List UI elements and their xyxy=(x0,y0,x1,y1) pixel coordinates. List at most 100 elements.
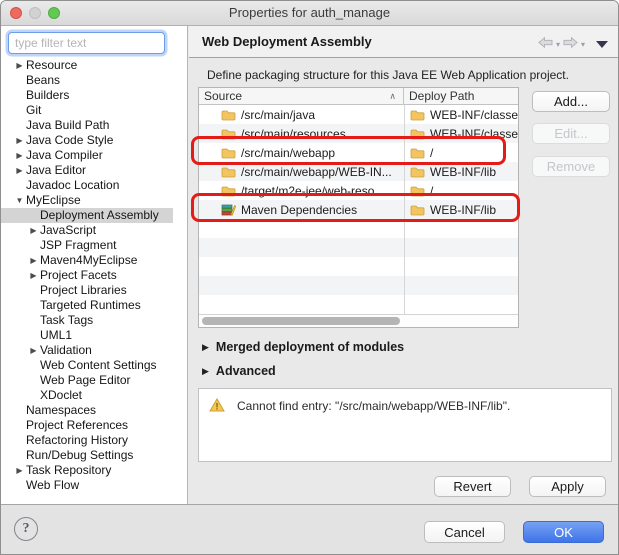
sidebar-item-project-facets[interactable]: ▶Project Facets xyxy=(1,268,187,283)
edit-button[interactable]: Edit... xyxy=(532,123,610,144)
sidebar-item-namespaces[interactable]: Namespaces xyxy=(1,403,187,418)
sidebar-item-myeclipse[interactable]: ▼MyEclipse xyxy=(1,193,187,208)
tree-collapsed-icon[interactable]: ▶ xyxy=(13,58,26,73)
source-cell[interactable]: /src/main/webapp/WEB-IN... xyxy=(199,162,404,181)
sidebar-item-project-libraries[interactable]: Project Libraries xyxy=(1,283,187,298)
apply-button[interactable]: Apply xyxy=(529,476,606,497)
sidebar-item-refactoring-history[interactable]: Refactoring History xyxy=(1,433,187,448)
deploy-path: WEB-INF/classes xyxy=(430,127,518,141)
forward-dropdown-icon[interactable]: ▾ xyxy=(581,40,585,49)
back-arrow-icon[interactable] xyxy=(538,35,553,53)
sidebar-item-run-debug-settings[interactable]: Run/Debug Settings xyxy=(1,448,187,463)
forward-arrow-icon[interactable] xyxy=(563,35,578,53)
sidebar-item-builders[interactable]: Builders xyxy=(1,88,187,103)
deploy-path-cell[interactable]: / xyxy=(404,143,518,162)
sidebar-item-web-content-settings[interactable]: Web Content Settings xyxy=(1,358,187,373)
sidebar-item-label: Task Tags xyxy=(40,313,93,328)
revert-button[interactable]: Revert xyxy=(434,476,511,497)
deploy-path-cell[interactable]: WEB-INF/classes xyxy=(404,105,518,124)
sidebar-item-label: Project Facets xyxy=(40,268,117,283)
ok-button[interactable]: OK xyxy=(523,521,604,543)
sidebar-item-validation[interactable]: ▶Validation xyxy=(1,343,187,358)
sidebar-item-deployment-assembly[interactable]: Deployment Assembly xyxy=(1,208,173,223)
table-row[interactable]: /src/main/webapp/WEB-IN...WEB-INF/lib xyxy=(199,162,518,181)
sidebar-item-task-repository[interactable]: ▶Task Repository xyxy=(1,463,187,478)
source-cell[interactable]: /target/m2e-jee/web-reso... xyxy=(199,181,404,200)
tree-collapsed-icon[interactable]: ▶ xyxy=(27,268,40,283)
source-cell[interactable]: /src/main/java xyxy=(199,105,404,124)
sidebar-item-label: Java Build Path xyxy=(26,118,109,133)
deploy-path: / xyxy=(430,184,433,198)
sidebar-item-java-compiler[interactable]: ▶Java Compiler xyxy=(1,148,187,163)
sidebar-item-label: Web Page Editor xyxy=(40,373,131,388)
sidebar-item-beans[interactable]: Beans xyxy=(1,73,187,88)
sidebar-item-web-page-editor[interactable]: Web Page Editor xyxy=(1,373,187,388)
source-cell[interactable]: Maven Dependencies xyxy=(199,200,404,219)
close-button[interactable] xyxy=(10,7,22,19)
sidebar-item-git[interactable]: Git xyxy=(1,103,187,118)
deploy-path-cell[interactable]: WEB-INF/classes xyxy=(404,124,518,143)
minimize-button[interactable] xyxy=(29,7,41,19)
sidebar-item-uml1[interactable]: UML1 xyxy=(1,328,187,343)
column-header-source[interactable]: Source ∧ xyxy=(199,88,404,104)
title-bar[interactable]: Properties for auth_manage xyxy=(1,1,618,26)
folder-icon xyxy=(410,166,425,178)
source-cell[interactable]: /src/main/webapp xyxy=(199,143,404,162)
tree-collapsed-icon[interactable]: ▶ xyxy=(27,343,40,358)
sidebar-item-xdoclet[interactable]: XDoclet xyxy=(1,388,187,403)
section-merged-deployment[interactable]: ▶ Merged deployment of modules xyxy=(202,340,404,354)
deploy-path-cell[interactable]: WEB-INF/lib xyxy=(404,200,518,219)
sidebar-item-jsp-fragment[interactable]: JSP Fragment xyxy=(1,238,187,253)
table-row[interactable]: /target/m2e-jee/web-reso... / xyxy=(199,181,518,200)
view-menu-icon[interactable] xyxy=(596,41,608,48)
sidebar-item-task-tags[interactable]: Task Tags xyxy=(1,313,187,328)
folder-icon xyxy=(410,185,425,197)
tree-collapsed-icon[interactable]: ▶ xyxy=(13,163,26,178)
deploy-path-cell[interactable]: WEB-INF/lib xyxy=(404,162,518,181)
sidebar-item-label: Beans xyxy=(26,73,60,88)
tree-collapsed-icon[interactable]: ▶ xyxy=(13,148,26,163)
sidebar-item-targeted-runtimes[interactable]: Targeted Runtimes xyxy=(1,298,187,313)
horizontal-scrollbar[interactable] xyxy=(199,314,518,327)
sidebar-item-resource[interactable]: ▶Resource xyxy=(1,58,187,73)
cancel-button[interactable]: Cancel xyxy=(424,521,505,543)
table-row[interactable]: /src/main/resources WEB-INF/classes xyxy=(199,124,518,143)
sidebar-item-label: Run/Debug Settings xyxy=(26,448,133,463)
add-button[interactable]: Add... xyxy=(532,91,610,112)
sidebar-item-project-references[interactable]: Project References xyxy=(1,418,187,433)
sidebar-item-java-editor[interactable]: ▶Java Editor xyxy=(1,163,187,178)
section-advanced[interactable]: ▶ Advanced xyxy=(202,364,276,378)
empty-source-cell xyxy=(199,276,404,295)
sidebar-item-label: Project Libraries xyxy=(40,283,127,298)
table-row[interactable]: Maven DependenciesWEB-INF/lib xyxy=(199,200,518,219)
zoom-button[interactable] xyxy=(48,7,60,19)
filter-input[interactable] xyxy=(8,32,165,54)
back-dropdown-icon[interactable]: ▾ xyxy=(556,40,560,49)
sidebar-item-java-code-style[interactable]: ▶Java Code Style xyxy=(1,133,187,148)
deploy-path-cell[interactable]: / xyxy=(404,181,518,200)
sidebar-item-java-build-path[interactable]: Java Build Path xyxy=(1,118,187,133)
tree-expanded-icon[interactable]: ▼ xyxy=(13,193,26,208)
sidebar-item-label: MyEclipse xyxy=(26,193,81,208)
scrollbar-thumb[interactable] xyxy=(202,317,400,325)
warning-icon: ! xyxy=(209,398,225,452)
sidebar-item-label: Project References xyxy=(26,418,128,433)
table-row[interactable]: /src/main/webapp/ xyxy=(199,143,518,162)
column-header-deploy-path[interactable]: Deploy Path xyxy=(404,88,518,104)
tree-collapsed-icon[interactable]: ▶ xyxy=(13,133,26,148)
help-button[interactable]: ? xyxy=(14,517,38,541)
tree-collapsed-icon[interactable]: ▶ xyxy=(13,463,26,478)
tree-collapsed-icon[interactable]: ▶ xyxy=(27,223,40,238)
table-row[interactable]: /src/main/javaWEB-INF/classes xyxy=(199,105,518,124)
sidebar-item-web-flow[interactable]: Web Flow xyxy=(1,478,187,493)
table-body: /src/main/javaWEB-INF/classes/src/main/r… xyxy=(199,105,518,314)
folder-icon xyxy=(410,128,425,140)
remove-button[interactable]: Remove xyxy=(532,156,610,177)
sidebar-item-javadoc-location[interactable]: Javadoc Location xyxy=(1,178,187,193)
expander-collapsed-icon[interactable]: ▶ xyxy=(202,342,209,353)
tree-collapsed-icon[interactable]: ▶ xyxy=(27,253,40,268)
sidebar-item-maven4myeclipse[interactable]: ▶Maven4MyEclipse xyxy=(1,253,187,268)
sidebar-item-javascript[interactable]: ▶JavaScript xyxy=(1,223,187,238)
source-cell[interactable]: /src/main/resources xyxy=(199,124,404,143)
expander-collapsed-icon[interactable]: ▶ xyxy=(202,366,209,377)
